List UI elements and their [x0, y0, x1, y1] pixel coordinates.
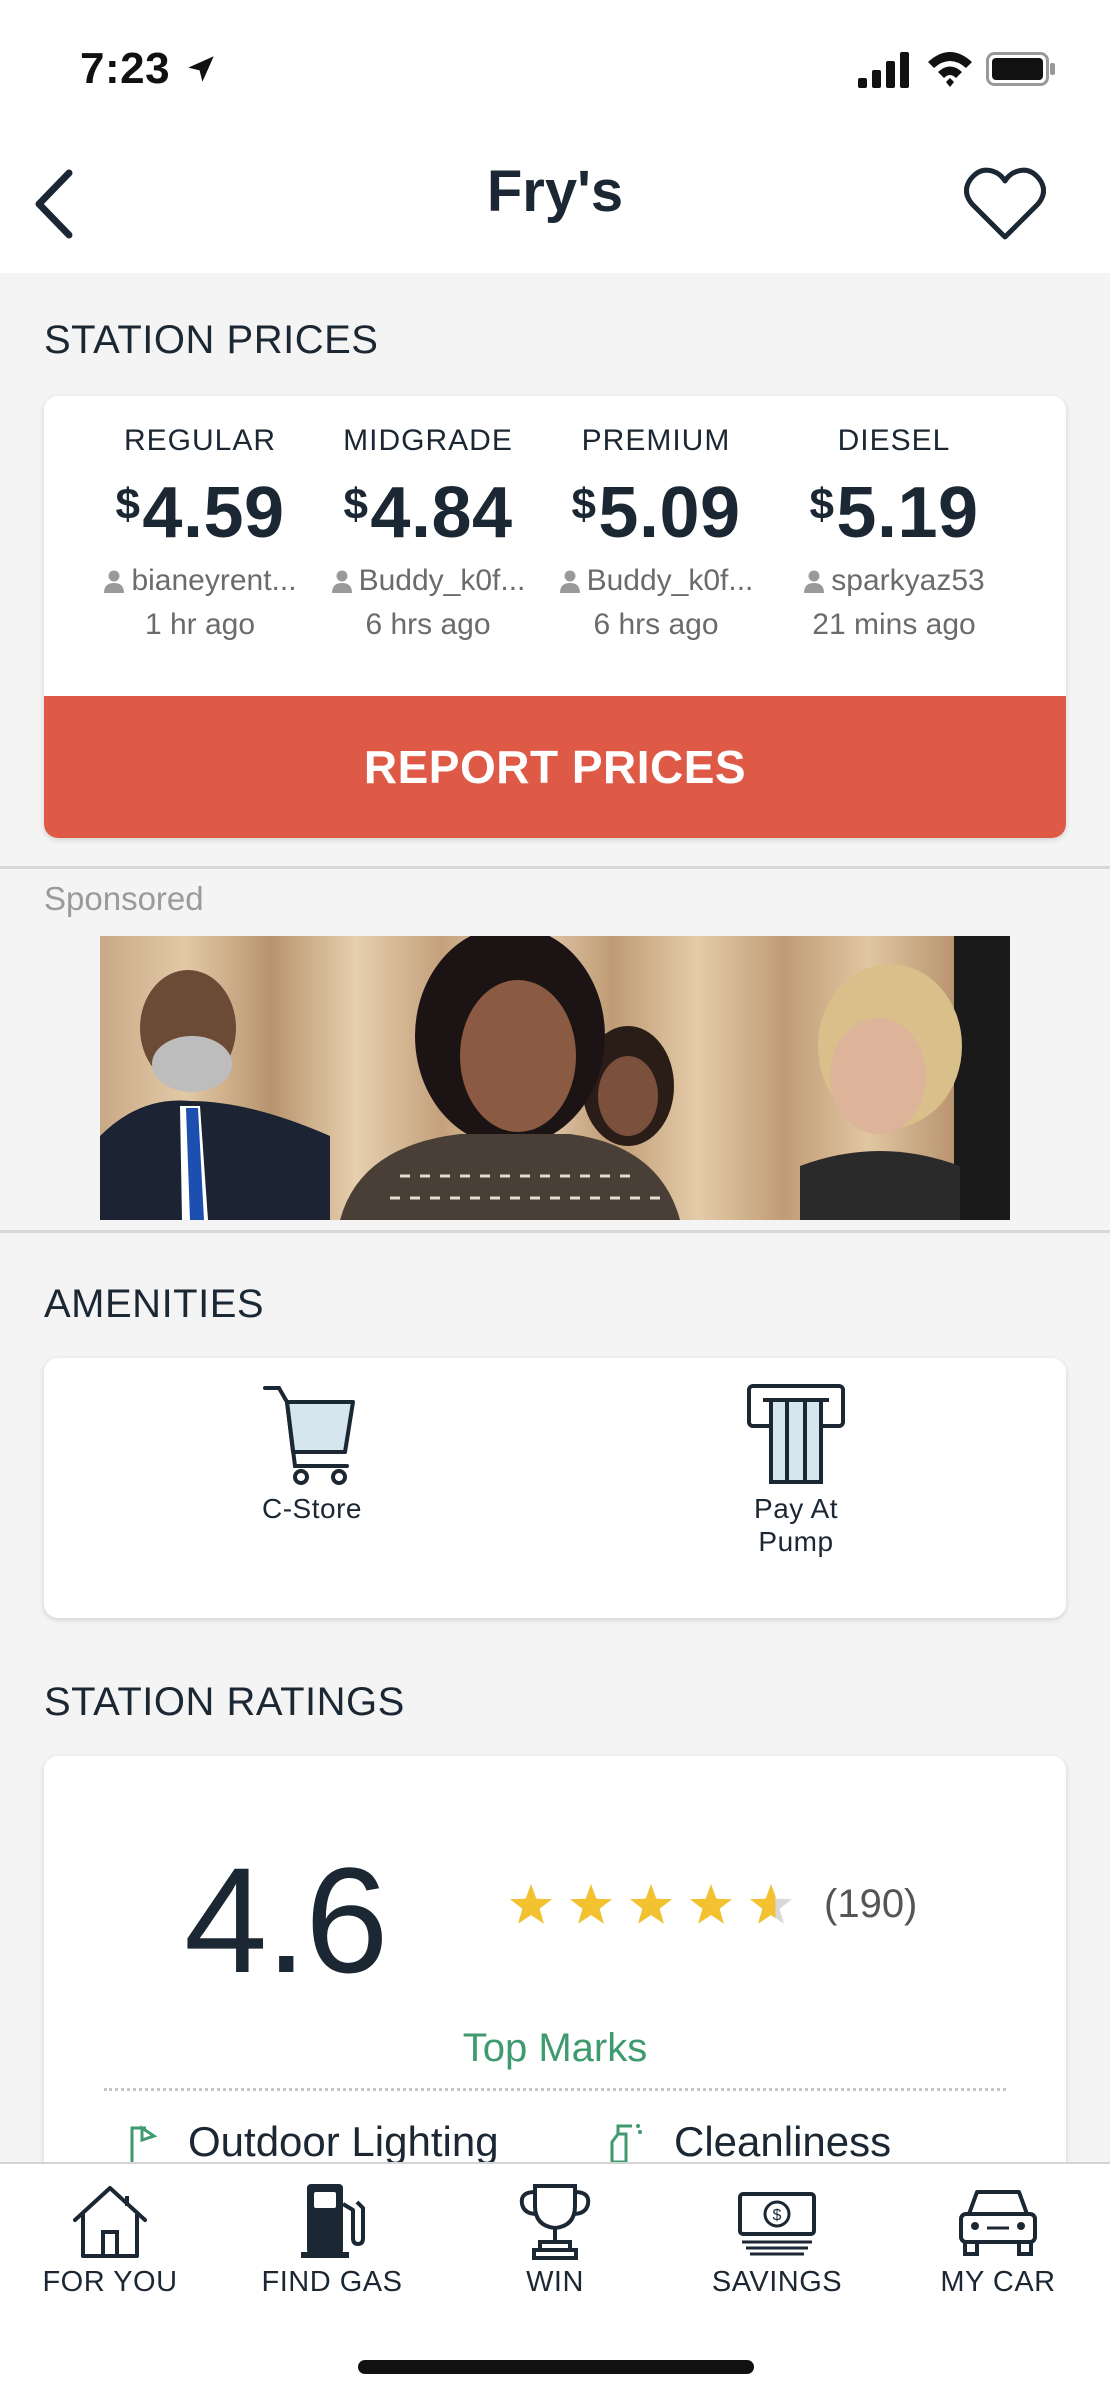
report-time: 6 hrs ago	[593, 608, 719, 641]
amenity-label: C-Store	[262, 1493, 362, 1524]
star-rating	[510, 1884, 792, 1924]
star-filled-icon	[510, 1884, 552, 1924]
report-time: 1 hr ago	[144, 608, 256, 641]
location-arrow-icon	[188, 56, 214, 82]
amenity-pay-at-pump: Pay At Pump	[676, 1382, 916, 1558]
report-time: 6 hrs ago	[365, 608, 491, 641]
nav-header: Fry's	[0, 140, 1110, 273]
cell-signal-icon	[858, 52, 909, 88]
home-icon	[73, 2186, 147, 2258]
wifi-icon	[928, 52, 972, 87]
ad-photo	[100, 936, 1010, 1220]
station-prices-title: STATION PRICES	[44, 318, 379, 362]
lamp-icon	[130, 2125, 158, 2162]
amenity-c-store: C-Store	[192, 1382, 432, 1525]
tab-my-car[interactable]: MY CAR	[898, 2180, 1098, 2299]
mark-label: Outdoor Lighting	[188, 2118, 499, 2165]
fuel-price-value: $4.59	[115, 473, 285, 553]
money-bill-icon: $	[738, 2192, 816, 2256]
tab-find-gas[interactable]: FIND GAS	[232, 2180, 432, 2299]
mark-cleanliness: Cleanliness	[604, 2118, 891, 2166]
shopping-cart-icon	[263, 1386, 355, 1485]
tab-label: FIND GAS	[261, 2266, 403, 2298]
rating-score: 4.6	[184, 1836, 389, 2004]
tab-win[interactable]: WIN	[455, 2180, 655, 2299]
sponsored-ad-image[interactable]	[100, 936, 1010, 1220]
fuel-price-value: $5.19	[809, 473, 979, 553]
tab-label: WIN	[526, 2266, 584, 2298]
svg-text:$: $	[773, 2207, 782, 2224]
tab-savings[interactable]: $ SAVINGS	[677, 2180, 877, 2299]
fuel-price-regular[interactable]: REGULAR $4.59 bianeyrent... 1 hr ago	[86, 396, 314, 642]
tab-label: FOR YOU	[42, 2266, 178, 2298]
tab-for-you[interactable]: FOR YOU	[10, 2180, 210, 2299]
divider	[0, 1230, 1110, 1233]
star-filled-icon	[570, 1884, 612, 1924]
fuel-name: MIDGRADE	[343, 424, 513, 457]
amenities-title: AMENITIES	[44, 1282, 265, 1326]
favorite-button[interactable]	[960, 154, 1050, 254]
top-marks-label: Top Marks	[462, 2026, 648, 2070]
heart-icon	[964, 167, 1046, 240]
fuel-name: PREMIUM	[581, 424, 731, 457]
divider	[0, 866, 1110, 869]
battery-icon	[986, 52, 1055, 86]
fuel-price-diesel[interactable]: DIESEL $5.19 sparkyaz53 21 mins ago	[780, 396, 1008, 642]
home-indicator	[358, 2360, 754, 2374]
status-bar: 7:23	[0, 0, 1110, 140]
sponsored-label: Sponsored	[44, 880, 204, 917]
star-filled-icon	[690, 1884, 732, 1924]
trophy-icon	[519, 2184, 591, 2260]
star-filled-icon	[630, 1884, 672, 1924]
station-prices-card: REGULAR $4.59 bianeyrent... 1 hr ago MID…	[44, 396, 1066, 838]
dotted-divider	[104, 2088, 1006, 2091]
report-time: 21 mins ago	[812, 608, 976, 641]
fuel-price-value: $5.09	[571, 473, 741, 553]
fuel-price-midgrade[interactable]: MIDGRADE $4.84 Buddy_k0f... 6 hrs ago	[314, 396, 542, 642]
station-ratings-title: STATION RATINGS	[44, 1680, 405, 1724]
person-icon	[804, 570, 825, 593]
fuel-price-value: $4.84	[343, 473, 513, 553]
car-icon	[959, 2190, 1037, 2256]
report-prices-button[interactable]: REPORT PRICES	[44, 696, 1066, 838]
amenity-label: Pay At Pump	[754, 1493, 838, 1557]
reporter-username: Buddy_k0f...	[542, 564, 770, 598]
card-reader-icon	[747, 1384, 845, 1484]
rating-count: (190)	[824, 1882, 918, 1926]
spray-bottle-icon	[610, 2124, 642, 2162]
fuel-name: DIESEL	[837, 424, 951, 457]
mark-label: Cleanliness	[674, 2118, 892, 2165]
reporter-username: Buddy_k0f...	[314, 564, 542, 598]
page-title: Fry's	[486, 159, 624, 224]
gas-pump-icon	[301, 2184, 365, 2258]
person-icon	[559, 570, 580, 593]
fuel-name: REGULAR	[123, 424, 277, 457]
mark-outdoor-lighting: Outdoor Lighting	[124, 2118, 499, 2166]
reporter-username: bianeyrent...	[86, 564, 314, 598]
status-time: 7:23	[80, 44, 171, 93]
reporter-username: sparkyaz53	[780, 564, 1008, 598]
person-icon	[331, 570, 352, 593]
fuel-price-premium[interactable]: PREMIUM $5.09 Buddy_k0f... 6 hrs ago	[542, 396, 770, 642]
amenities-card: C-Store Pay At Pump	[44, 1358, 1066, 1618]
tab-label: MY CAR	[940, 2266, 1056, 2298]
tab-label: SAVINGS	[711, 2266, 843, 2298]
person-icon	[104, 570, 125, 593]
